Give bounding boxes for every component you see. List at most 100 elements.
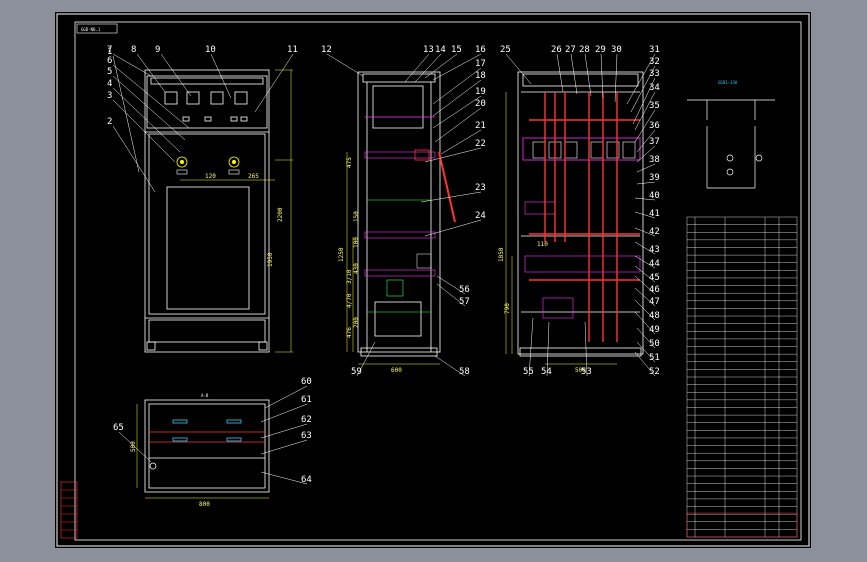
callout-label-24: 24 — [475, 211, 486, 221]
callout-label-23: 23 — [475, 183, 486, 193]
dim-plan-800: 800 — [199, 501, 210, 508]
callout-leader-29 — [600, 53, 604, 99]
dim-side-5: 100 — [353, 237, 360, 248]
callout-label-30: 30 — [611, 45, 622, 55]
parts-table — [686, 216, 798, 538]
callout-label-37: 37 — [649, 137, 660, 147]
callout-leader-8 — [136, 53, 166, 93]
callout-leader-6 — [112, 64, 190, 129]
callout-label-5: 5 — [107, 67, 112, 77]
callout-layer: 1234567 8 9 10 11 12 13 14 15 1617181920212223242… — [107, 45, 660, 485]
cad-drawing-canvas: GGD-NO.1 120 265 2200 1950 1250 475 3/10… — [56, 13, 810, 547]
callout-leader-38 — [636, 163, 656, 173]
callout-label-2: 2 — [107, 117, 112, 127]
callout-label-62: 62 — [301, 415, 312, 425]
callout-label-29: 29 — [595, 45, 606, 55]
drawing-sheet: GGD-NO.1 120 265 2200 1950 1250 475 3/10… — [55, 12, 811, 548]
callout-label-12: 12 — [321, 45, 332, 55]
rear-view-busbars — [529, 92, 640, 342]
callout-label-53: 53 — [581, 367, 592, 377]
callout-leader-9 — [160, 53, 192, 97]
dim-side-8: 200 — [353, 317, 360, 328]
callout-leader-22 — [424, 147, 482, 163]
callout-label-26: 26 — [551, 45, 562, 55]
callout-label-22: 22 — [475, 139, 486, 149]
callout-label-13: 13 — [423, 45, 434, 55]
callout-label-49: 49 — [649, 325, 660, 335]
side-view — [357, 71, 441, 357]
callout-label-65: 65 — [113, 423, 124, 433]
callout-label-64: 64 — [301, 475, 312, 485]
callout-label-4: 4 — [107, 79, 112, 89]
callout-label-40: 40 — [649, 191, 660, 201]
dim-side-2: 3/10 — [346, 269, 353, 284]
callout-label-33: 33 — [649, 69, 660, 79]
callout-label-21: 21 — [475, 121, 486, 131]
callout-label-14: 14 — [435, 45, 446, 55]
callout-leader-65 — [118, 431, 152, 463]
callout-label-16: 16 — [475, 45, 486, 55]
callout-label-52: 52 — [649, 367, 660, 377]
callout-leader-63 — [260, 439, 308, 455]
side-view-dimensions — [346, 152, 440, 365]
callout-label-45: 45 — [649, 273, 660, 283]
rear-view-dimensions — [505, 92, 617, 365]
dim-front-265: 265 — [248, 173, 259, 180]
callout-label-54: 54 — [541, 367, 552, 377]
callout-leader-3 — [112, 99, 176, 163]
front-view-knobs — [176, 156, 240, 175]
left-revision-strip — [60, 481, 78, 539]
callout-label-61: 61 — [301, 395, 312, 405]
callout-label-11: 11 — [287, 45, 298, 55]
callout-label-20: 20 — [475, 99, 486, 109]
callout-label-47: 47 — [649, 297, 660, 307]
dim-front-120: 120 — [205, 173, 216, 180]
dim-rear-2: 110 — [537, 241, 548, 248]
single-line-schematic — [687, 99, 775, 189]
callout-leader-11 — [254, 53, 294, 113]
plan-view-title: A-B — [201, 393, 209, 398]
callout-label-9: 9 — [155, 45, 160, 55]
callout-label-31: 31 — [649, 45, 660, 55]
callout-label-34: 34 — [649, 83, 660, 93]
callout-label-57: 57 — [459, 297, 470, 307]
dim-plan-500: 500 — [130, 441, 137, 452]
callout-label-59: 59 — [351, 367, 362, 377]
schematic-subtitle: GGD1-13A — [718, 80, 738, 85]
side-view-busbars — [364, 116, 456, 313]
callout-label-58: 58 — [459, 367, 470, 377]
callout-label-39: 39 — [649, 173, 660, 183]
front-view — [144, 69, 270, 353]
dim-rear-0: 1850 — [498, 247, 505, 262]
callout-label-38: 38 — [649, 155, 660, 165]
callout-label-44: 44 — [649, 259, 660, 269]
callout-label-7: 7 — [107, 45, 112, 55]
callout-label-35: 35 — [649, 101, 660, 111]
callout-label-32: 32 — [649, 57, 660, 67]
dim-front-2200: 2200 — [277, 207, 284, 222]
dim-side-6: 430 — [353, 263, 360, 274]
callout-label-55: 55 — [523, 367, 534, 377]
dim-side-3: 4/70 — [346, 293, 353, 308]
callout-label-63: 63 — [301, 431, 312, 441]
rear-view-breakers — [522, 137, 641, 319]
callout-leader-5 — [112, 75, 186, 141]
callout-label-15: 15 — [451, 45, 462, 55]
callout-label-8: 8 — [131, 45, 136, 55]
plan-view — [144, 399, 270, 493]
dim-front-1950: 1950 — [267, 252, 274, 267]
callout-label-48: 48 — [649, 311, 660, 321]
callout-label-28: 28 — [579, 45, 590, 55]
callout-label-43: 43 — [649, 245, 660, 255]
callout-label-36: 36 — [649, 121, 660, 131]
dim-side-0: 1250 — [338, 247, 345, 262]
sheet-code: GGD-NO.1 — [81, 27, 101, 32]
callout-leader-12 — [326, 53, 364, 77]
callout-label-51: 51 — [649, 353, 660, 363]
callout-label-56: 56 — [459, 285, 470, 295]
callout-leader-1 — [112, 55, 140, 173]
callout-label-18: 18 — [475, 71, 486, 81]
callout-leader-4 — [112, 87, 181, 153]
callout-leader-16 — [432, 53, 482, 81]
callout-label-46: 46 — [649, 285, 660, 295]
